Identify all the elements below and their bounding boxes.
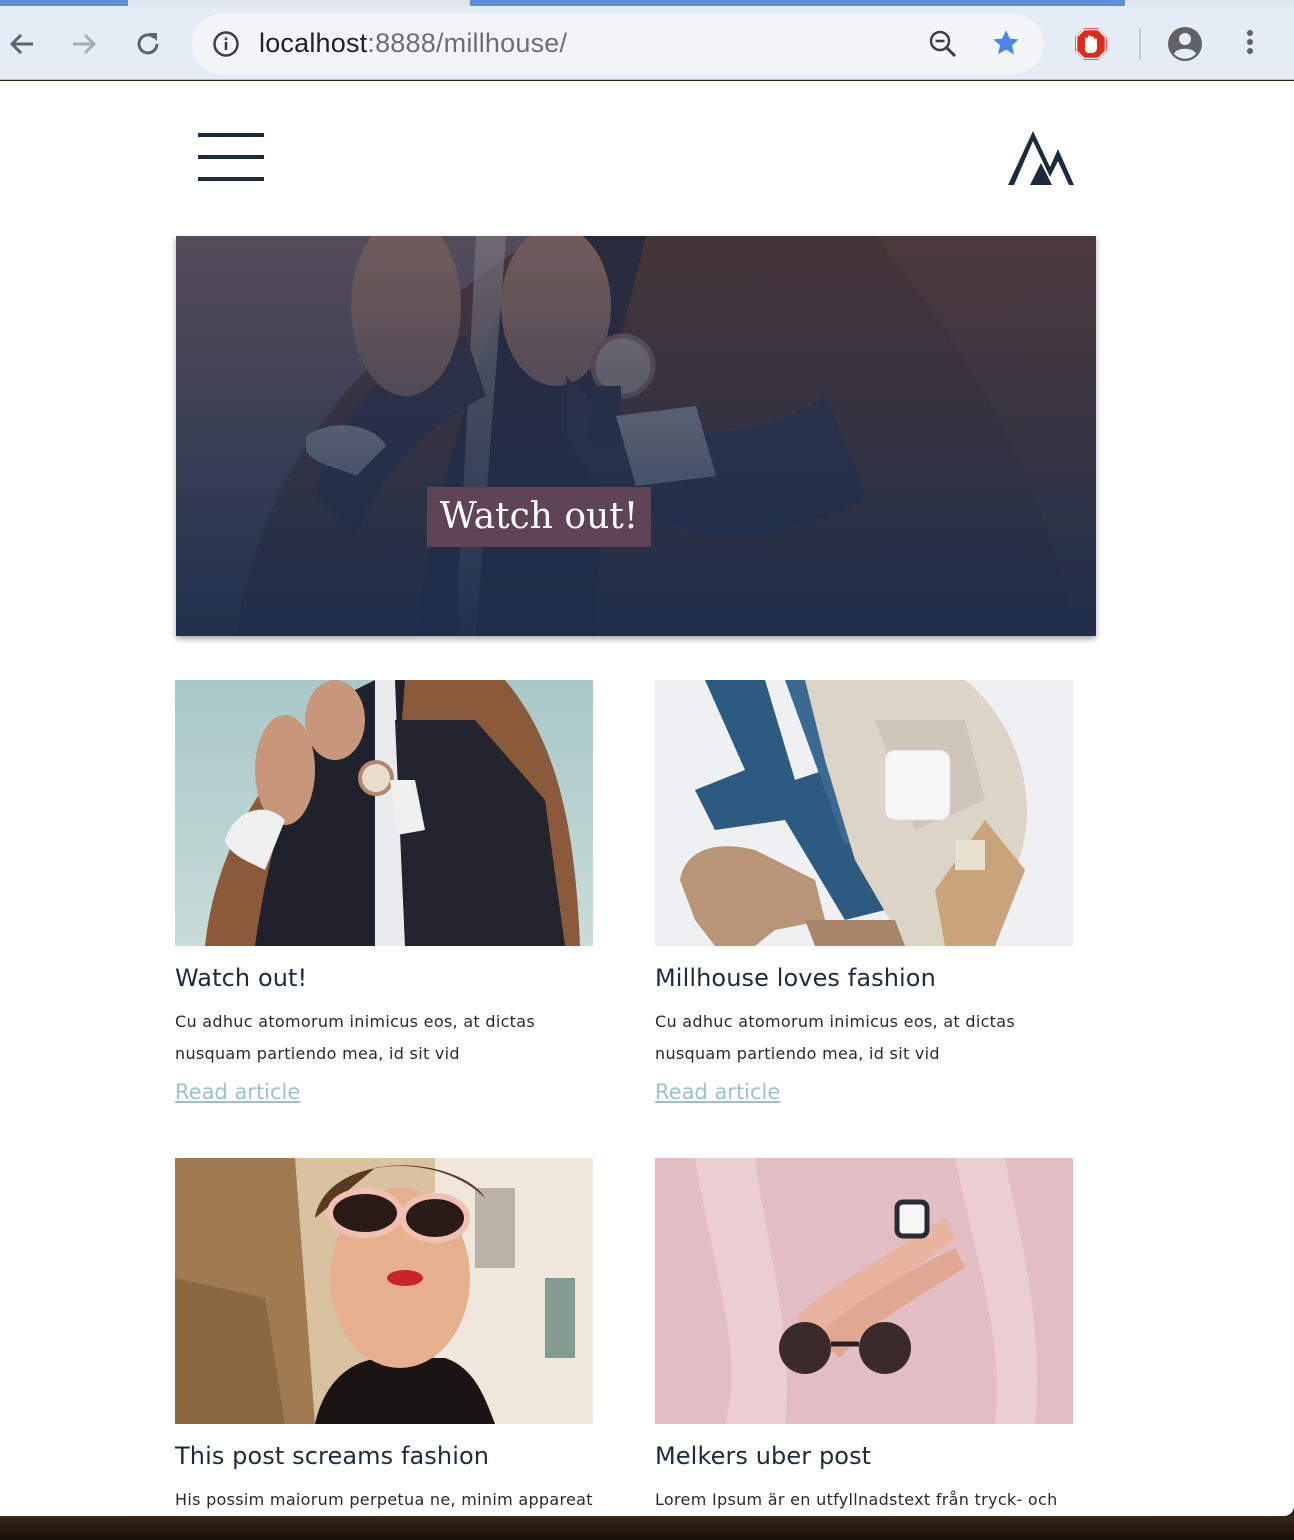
adblock-icon[interactable] [1073, 26, 1109, 62]
hamburger-line [198, 155, 264, 159]
post-card: This post screams fashion His possim mai… [175, 1158, 615, 1516]
window-background [0, 1516, 1294, 1540]
reload-button[interactable] [128, 24, 168, 64]
page-viewport: Watch out! Watch out! Cu adhuc atomorum … [0, 81, 1294, 1516]
info-icon[interactable] [212, 30, 240, 58]
millhouse-logo-icon [1008, 131, 1074, 185]
back-arrow-icon [9, 33, 33, 55]
post-excerpt: Cu adhuc atomorum inimicus eos, at dicta… [175, 1012, 535, 1063]
read-article-link[interactable]: Read article [175, 1080, 300, 1104]
post-title[interactable]: Millhouse loves fashion [655, 964, 1095, 992]
hero-title-badge[interactable]: Watch out! [427, 487, 651, 547]
hamburger-menu-button[interactable] [198, 133, 264, 183]
hero-banner[interactable]: Watch out! [176, 236, 1096, 636]
read-article-link[interactable]: Read article [655, 1080, 780, 1104]
post-thumbnail[interactable] [175, 680, 593, 946]
post-card: Watch out! Cu adhuc atomorum inimicus eo… [175, 680, 615, 1104]
post-excerpt: Lorem Ipsum är en utfyllnadstext från tr… [655, 1490, 1058, 1509]
zoom-out-icon[interactable] [928, 29, 958, 59]
url-text[interactable]: localhost:8888/millhouse/ [259, 28, 567, 59]
address-bar[interactable]: localhost:8888/millhouse/ [192, 14, 1044, 74]
url-host: localhost [259, 28, 368, 58]
browser-toolbar: localhost:8888/millhouse/ [0, 6, 1294, 80]
post-excerpt: Cu adhuc atomorum inimicus eos, at dicta… [655, 1012, 1015, 1063]
hamburger-line [198, 177, 264, 181]
back-button[interactable] [2, 24, 42, 64]
site-logo[interactable] [1006, 129, 1076, 192]
url-path: :8888/millhouse/ [367, 28, 568, 58]
post-thumbnail[interactable] [655, 1158, 1073, 1424]
account-icon[interactable] [1167, 26, 1203, 62]
post-title[interactable]: This post screams fashion [175, 1442, 615, 1470]
post-thumbnail[interactable] [655, 680, 1073, 946]
hero-overlay [176, 236, 1096, 636]
forward-button[interactable] [64, 24, 104, 64]
hamburger-line [198, 133, 264, 137]
toolbar-separator [1139, 28, 1141, 60]
post-card: Millhouse loves fashion Cu adhuc atomoru… [655, 680, 1095, 1104]
reload-icon [137, 33, 159, 55]
post-title[interactable]: Melkers uber post [655, 1442, 1095, 1470]
post-card: Melkers uber post Lorem Ipsum är en utfy… [655, 1158, 1095, 1516]
post-image-watch [175, 680, 593, 946]
post-title[interactable]: Watch out! [175, 964, 615, 992]
post-excerpt: His possim maiorum perpetua ne, minim ap… [175, 1490, 593, 1509]
post-image-flatlay [655, 680, 1073, 946]
post-image-sunglasses-woman [175, 1158, 593, 1424]
forward-arrow-icon [73, 33, 97, 55]
post-image-pink-dress [655, 1158, 1073, 1424]
post-thumbnail[interactable] [175, 1158, 593, 1424]
kebab-menu-icon[interactable] [1238, 28, 1262, 60]
bookmark-star-icon[interactable] [990, 27, 1022, 59]
